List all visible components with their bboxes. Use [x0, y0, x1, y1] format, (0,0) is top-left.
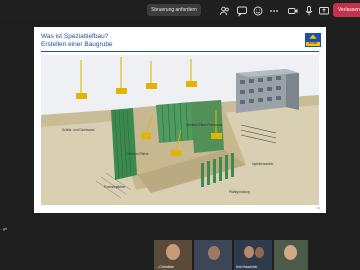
- avatar: [166, 244, 180, 260]
- company-logo: SAUER: [305, 33, 321, 47]
- people-icon[interactable]: [219, 4, 231, 16]
- callout-schlitzwand: Schlitz- und Dichtwand: [62, 128, 95, 132]
- callout-stressin: Stressin-Place Pfahlwand: [186, 123, 223, 127]
- mic-icon[interactable]: [303, 4, 315, 16]
- avatar: [284, 245, 297, 260]
- avatar: [255, 247, 264, 258]
- title-divider: [41, 51, 319, 52]
- callout-injektion: Porenrinjektion: [104, 185, 126, 189]
- participant-tile[interactable]: [274, 240, 308, 270]
- presentation-slide: Was ist Spezialtiefbau? Erstellen einer …: [34, 27, 326, 213]
- slide-title: Was ist Spezialtiefbau? Erstellen einer …: [41, 33, 113, 49]
- chat-icon[interactable]: [236, 4, 248, 17]
- slide-page-number: 19: [316, 206, 320, 210]
- participant-name: ...Christian: [156, 265, 175, 269]
- participant-tile[interactable]: Kai Haserick: [234, 240, 272, 270]
- share-icon[interactable]: [318, 4, 330, 16]
- callout-pfahl: Pfahlgründung: [229, 190, 250, 194]
- meeting-toolbar: Steuerung anfordern Verlassen: [0, 0, 360, 20]
- participant-tile[interactable]: [194, 240, 232, 270]
- callout-anker: Injektionsanker: [252, 162, 274, 166]
- logo-text: SAUER: [306, 42, 320, 46]
- callout-ortbeton: Ortbeton-Pfähle: [126, 152, 149, 156]
- camera-icon[interactable]: [287, 4, 299, 16]
- presenter-label: ...gh: [0, 227, 7, 231]
- slide-title-line2: Erstellen einer Baugrube: [41, 41, 113, 48]
- avatar: [208, 246, 220, 260]
- leave-button[interactable]: Verlassen: [333, 3, 360, 17]
- reactions-icon[interactable]: [252, 4, 264, 16]
- more-icon[interactable]: [268, 4, 280, 16]
- slide-title-line1: Was ist Spezialtiefbau?: [41, 33, 109, 40]
- avatar: [244, 246, 254, 258]
- participant-name: Kai Haserick: [236, 265, 258, 269]
- participant-tile[interactable]: ...Christian: [154, 240, 192, 270]
- request-control-button[interactable]: Steuerung anfordern: [147, 4, 201, 16]
